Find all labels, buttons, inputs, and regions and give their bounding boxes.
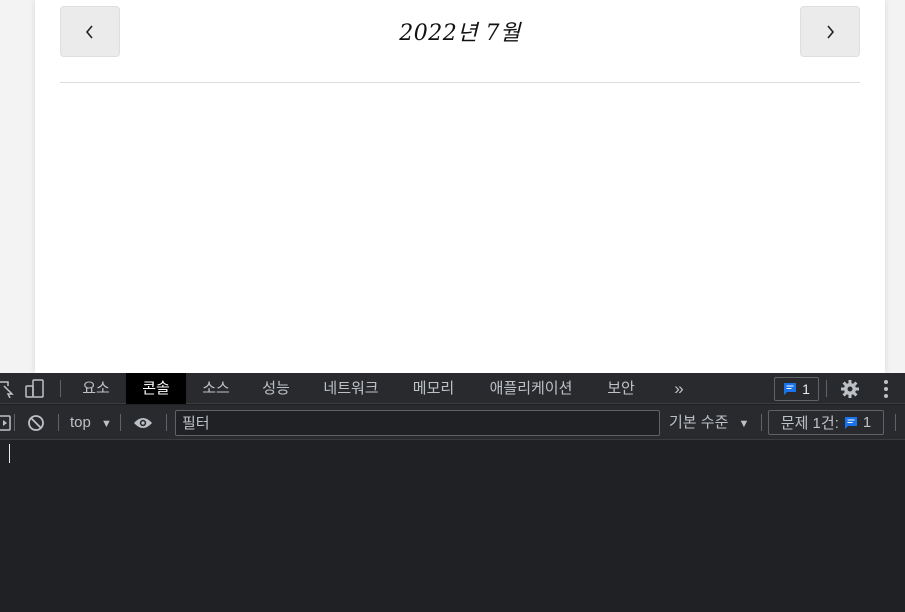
calendar-card: 2022년 7월: [35, 0, 885, 373]
toolbar-separator: [166, 414, 167, 431]
console-input-caret: [9, 444, 10, 463]
devtools-panel: 요소 콘솔 소스 성능 네트워크 메모리 애플리케이션 보안 » 1 top ▼…: [0, 373, 905, 612]
toolbar-separator: [14, 414, 15, 431]
console-output[interactable]: [0, 441, 905, 612]
issues-summary-label: 문제 1건:: [780, 415, 839, 432]
more-tabs-button[interactable]: »: [664, 373, 694, 404]
next-month-button[interactable]: [800, 6, 860, 57]
tab-elements[interactable]: 요소: [66, 373, 126, 404]
tab-network[interactable]: 네트워크: [306, 373, 396, 404]
console-filter-input[interactable]: [175, 410, 660, 436]
tab-console[interactable]: 콘솔: [126, 373, 186, 404]
chevron-right-icon: [827, 24, 835, 39]
inspect-element-icon[interactable]: [0, 379, 14, 399]
toolbar-separator: [761, 414, 762, 431]
tab-sources[interactable]: 소스: [186, 373, 246, 404]
context-label: top: [70, 414, 91, 431]
clear-console-icon[interactable]: [26, 413, 46, 433]
month-title: 2022년 7월: [399, 21, 521, 46]
tab-performance[interactable]: 성능: [246, 373, 306, 404]
tab-security[interactable]: 보안: [591, 373, 651, 404]
tabbar-separator-right: [826, 380, 827, 397]
issues-counter-button[interactable]: 1: [774, 377, 819, 401]
context-selector[interactable]: top ▼: [70, 405, 112, 440]
eye-icon[interactable]: [132, 414, 154, 431]
dropdown-arrow-icon: ▼: [101, 418, 112, 430]
device-toolbar-icon[interactable]: [24, 379, 46, 399]
issues-summary-button[interactable]: 문제 1건: 1: [768, 410, 884, 435]
issues-summary-count: 1: [862, 414, 872, 431]
gear-icon[interactable]: [839, 378, 861, 400]
header-divider: [60, 82, 860, 83]
tab-memory[interactable]: 메모리: [396, 373, 471, 404]
console-toolbar: top ▼ 기본 수준 ▼ 문제 1건: 1: [0, 405, 905, 440]
log-levels-dropdown[interactable]: 기본 수준 ▼: [669, 405, 749, 440]
message-icon: [784, 383, 797, 395]
toolbar-separator: [58, 414, 59, 431]
dropdown-arrow-icon: ▼: [738, 418, 750, 430]
tabbar-separator: [60, 380, 61, 397]
tab-application[interactable]: 애플리케이션: [471, 373, 591, 404]
issues-count: 1: [802, 381, 810, 397]
toolbar-separator: [120, 414, 121, 431]
kebab-menu-icon[interactable]: [878, 378, 894, 400]
devtools-tabbar: 요소 콘솔 소스 성능 네트워크 메모리 애플리케이션 보안 » 1: [0, 373, 905, 404]
message-icon: [844, 416, 857, 429]
sidebar-toggle-icon[interactable]: [0, 414, 12, 431]
toolbar-separator: [895, 414, 896, 431]
log-levels-label: 기본 수준: [669, 414, 729, 431]
